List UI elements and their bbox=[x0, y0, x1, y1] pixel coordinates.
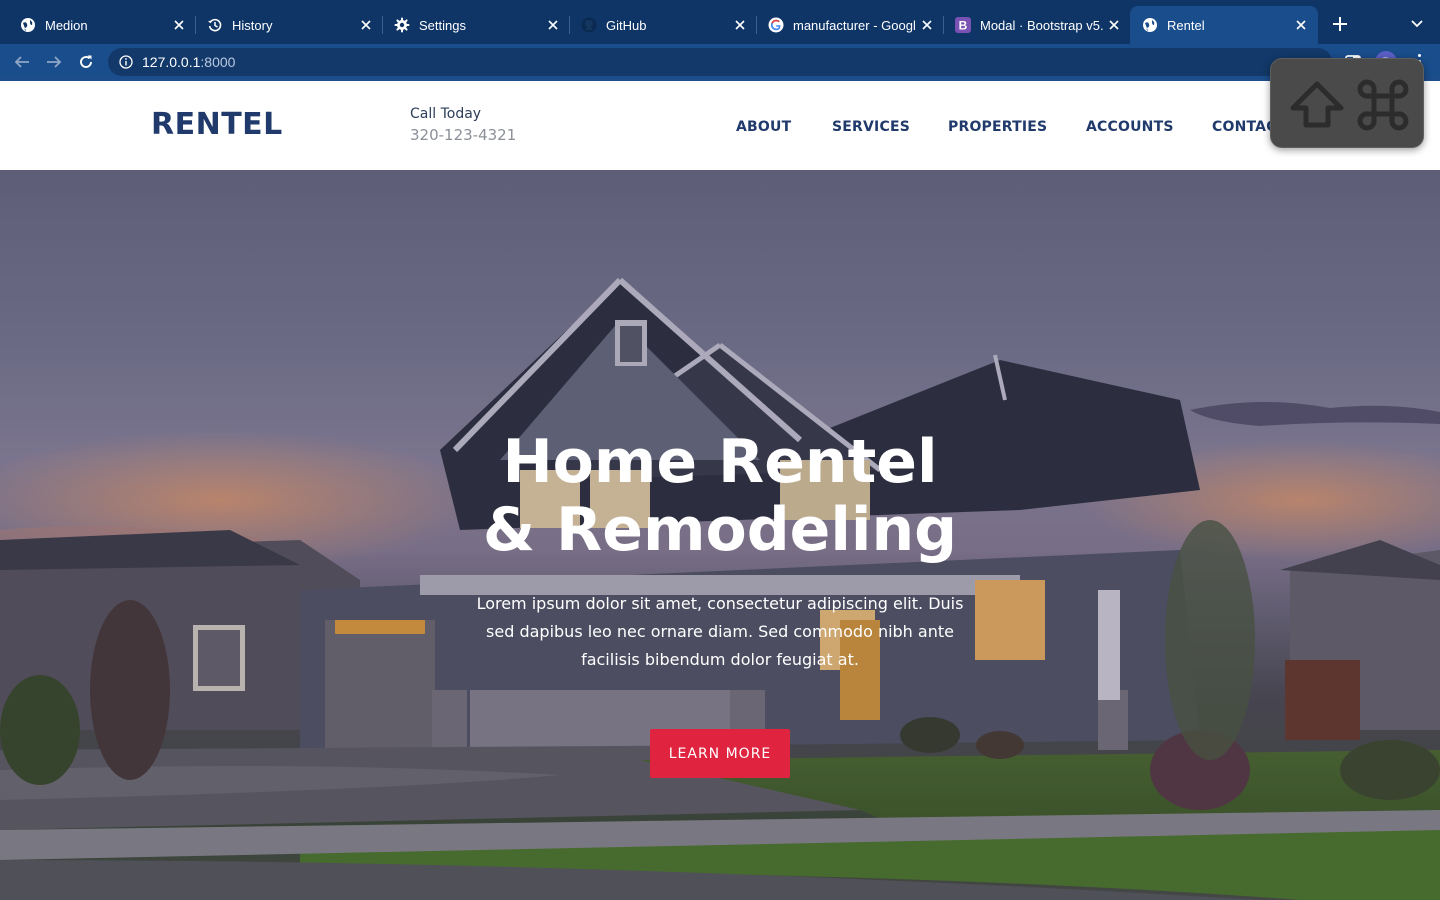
tab-title: History bbox=[232, 17, 273, 33]
tab-title: Settings bbox=[419, 17, 466, 33]
site-logo[interactable]: RENTEL bbox=[151, 107, 283, 142]
tab-medion[interactable]: Medion bbox=[0, 6, 196, 44]
globe-icon bbox=[20, 17, 36, 33]
phone-number[interactable]: 320-123-4321 bbox=[410, 126, 516, 144]
github-icon bbox=[581, 17, 597, 33]
close-icon[interactable] bbox=[731, 16, 749, 34]
tab-title: manufacturer - Googl bbox=[793, 17, 916, 33]
hero-title-line-2: & Remodeling bbox=[482, 495, 958, 565]
hero-section: Home Rentel & Remodeling Lorem ipsum dol… bbox=[0, 170, 1440, 900]
google-icon bbox=[768, 17, 784, 33]
close-icon[interactable] bbox=[170, 16, 188, 34]
nav-services[interactable]: SERVICES bbox=[832, 119, 910, 135]
tab-github[interactable]: GitHub bbox=[561, 6, 757, 44]
bootstrap-icon: B bbox=[955, 17, 971, 33]
forward-button[interactable] bbox=[42, 50, 66, 74]
url-text: 127.0.0.1:8000 bbox=[142, 54, 236, 70]
tab-google-search[interactable]: manufacturer - Googl bbox=[748, 6, 944, 44]
info-icon[interactable] bbox=[119, 55, 133, 69]
nav-accounts[interactable]: ACCOUNTS bbox=[1086, 119, 1174, 135]
back-button[interactable] bbox=[10, 50, 34, 74]
globe-icon bbox=[1142, 17, 1158, 33]
browser-toolbar: 127.0.0.1:8000 P bbox=[0, 44, 1440, 79]
command-key-icon bbox=[1357, 79, 1409, 131]
tab-title: Modal · Bootstrap v5. bbox=[980, 17, 1104, 33]
gear-icon bbox=[394, 17, 410, 33]
tab-title: Rentel bbox=[1167, 17, 1205, 33]
tab-title: GitHub bbox=[606, 17, 647, 33]
keystroke-overlay bbox=[1270, 58, 1424, 148]
close-icon[interactable] bbox=[357, 16, 375, 34]
tab-strip: Medion History Settings GitHub manufactu… bbox=[0, 0, 1440, 44]
tab-settings[interactable]: Settings bbox=[374, 6, 570, 44]
new-tab-button[interactable] bbox=[1329, 13, 1351, 35]
close-icon[interactable] bbox=[918, 16, 936, 34]
svg-text:B: B bbox=[959, 19, 968, 33]
reload-button[interactable] bbox=[74, 50, 98, 74]
learn-more-button[interactable]: LEARN MORE bbox=[650, 729, 790, 778]
site-header: RENTEL Call Today 320-123-4321 ABOUT SER… bbox=[0, 79, 1440, 170]
nav-properties[interactable]: PROPERTIES bbox=[948, 119, 1047, 135]
close-icon[interactable] bbox=[1292, 16, 1310, 34]
tab-search-chevron-icon[interactable] bbox=[1407, 15, 1427, 33]
hero-title-line-1: Home Rentel bbox=[502, 427, 938, 497]
close-icon[interactable] bbox=[1105, 16, 1123, 34]
tab-history[interactable]: History bbox=[187, 6, 383, 44]
hero-title: Home Rentel & Remodeling bbox=[0, 428, 1440, 564]
call-label: Call Today bbox=[410, 106, 482, 122]
nav-about[interactable]: ABOUT bbox=[736, 119, 791, 135]
hero-description: Lorem ipsum dolor sit amet, consectetur … bbox=[476, 594, 964, 669]
close-icon[interactable] bbox=[544, 16, 562, 34]
shift-key-icon bbox=[1290, 81, 1344, 128]
address-bar[interactable]: 127.0.0.1:8000 bbox=[108, 48, 1332, 76]
history-icon bbox=[207, 17, 223, 33]
tab-rentel[interactable]: Rentel bbox=[1130, 6, 1318, 44]
tab-bootstrap-modal[interactable]: B Modal · Bootstrap v5. bbox=[935, 6, 1131, 44]
tab-title: Medion bbox=[45, 17, 88, 33]
